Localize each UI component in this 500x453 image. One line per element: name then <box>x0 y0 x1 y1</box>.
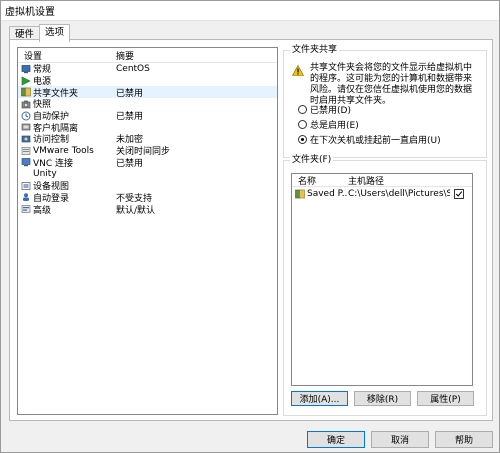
settings-list[interactable]: 设置 摘要 常规 CentOS 电源 共享文件夹 已禁用 快照 自动保护 已禁用 客户机隔离 访问… <box>17 47 278 415</box>
header-setting[interactable]: 设置 <box>18 49 116 62</box>
header-summary[interactable]: 摘要 <box>116 49 277 62</box>
settings-window: 虚拟机设置 硬件 选项 设置 摘要 常规 CentOS 电源 共享文件夹 已禁用 快照 自动… <box>0 0 500 453</box>
header-name[interactable]: 名称 <box>292 174 348 187</box>
settings-list-header: 设置 摘要 <box>18 48 277 63</box>
settings-item-device-view[interactable]: 设备视图 <box>18 180 277 192</box>
radio-until-poweroff[interactable]: 在下次关机或挂起前一直启用(U) <box>298 133 441 146</box>
folder-path: C:\Users\dell\Pictures\S... <box>348 188 450 199</box>
options-tab-page: 设置 摘要 常规 CentOS 电源 共享文件夹 已禁用 快照 自动保护 已禁用 客户机隔离 访问… <box>9 39 493 421</box>
settings-item-name: VNC 连接 <box>33 158 74 169</box>
shared-folder-icon <box>21 87 31 97</box>
checkmark-icon <box>455 190 463 197</box>
help-button[interactable]: 帮助 <box>435 431 493 448</box>
folder-sharing-title: 文件夹共享 <box>290 44 340 56</box>
title-bar: 虚拟机设置 <box>1 1 499 21</box>
settings-item-name-cell: Unity <box>18 169 116 179</box>
settings-item-summary: 默认/默认 <box>116 205 156 216</box>
tab-options[interactable]: 选项 <box>39 24 71 42</box>
settings-item-summary: 已禁用 <box>116 88 144 99</box>
folders-list-header: 名称 主机路径 <box>292 174 472 187</box>
radio-disabled[interactable]: 已禁用(D) <box>298 103 351 116</box>
settings-item-name-cell: 访问控制 <box>18 132 116 145</box>
radio-until-poweroff-label: 在下次关机或挂起前一直启用(U) <box>310 136 441 146</box>
settings-item-summary: CentOS <box>116 63 150 74</box>
vmware-tools-icon <box>21 146 31 156</box>
settings-item-name: VMware Tools <box>33 145 94 156</box>
add-folder-button[interactable]: 添加(A)... <box>291 391 348 406</box>
radio-disabled-circle[interactable] <box>298 105 307 114</box>
radio-disabled-label: 已禁用(D) <box>310 106 351 116</box>
warning-icon <box>292 65 304 76</box>
autoprotect-icon <box>21 111 31 121</box>
settings-item-isolation[interactable]: 客户机隔离 <box>18 121 277 134</box>
folder-properties-button[interactable]: 属性(P) <box>417 391 474 406</box>
window-title: 虚拟机设置 <box>5 7 55 18</box>
radio-always-enabled-circle[interactable] <box>298 120 307 129</box>
device-view-icon <box>21 181 31 191</box>
unity-icon <box>21 169 31 179</box>
settings-item-name: 访问控制 <box>33 135 70 146</box>
vnc-icon <box>21 157 31 167</box>
settings-item-unity[interactable]: Unity <box>18 168 277 180</box>
settings-item-vnc[interactable]: VNC 连接 已禁用 <box>18 157 277 169</box>
folders-group: 文件夹(F) 名称 主机路径 Saved P... C:\Users\dell\… <box>283 154 487 416</box>
settings-item-vmware-tools[interactable]: VMware Tools 关闭时间同步 <box>18 145 277 157</box>
settings-item-name-cell: VMware Tools <box>18 146 116 156</box>
settings-item-access-control[interactable]: 访问控制 未加密 <box>18 133 277 145</box>
access-control-icon <box>21 134 31 144</box>
folder-name: Saved P... <box>307 188 348 199</box>
settings-item-summary: 已禁用 <box>116 158 144 169</box>
tab-strip: 硬件 选项 <box>9 24 71 42</box>
ok-button[interactable]: 确定 <box>307 431 365 448</box>
radio-always-enabled-label: 总是启用(E) <box>310 121 359 131</box>
radio-until-poweroff-circle[interactable] <box>298 135 307 144</box>
general-icon <box>21 64 31 74</box>
settings-item-power[interactable]: 电源 <box>18 75 277 87</box>
remove-folder-button[interactable]: 移除(R) <box>354 391 411 406</box>
advanced-icon <box>21 204 31 214</box>
cancel-button[interactable]: 取消 <box>371 431 429 448</box>
autologin-icon <box>21 192 31 202</box>
settings-item-shared-folder[interactable]: 共享文件夹 已禁用 <box>18 86 277 99</box>
settings-item-advanced[interactable]: 高级 默认/默认 <box>18 203 277 216</box>
settings-item-snapshot[interactable]: 快照 <box>18 98 277 110</box>
settings-item-autologin[interactable]: 自动登录 不受支持 <box>18 192 277 204</box>
folders-list[interactable]: 名称 主机路径 Saved P... C:\Users\dell\Picture… <box>291 173 473 386</box>
radio-always-enabled[interactable]: 总是启用(E) <box>298 118 359 131</box>
settings-item-name-cell: 高级 <box>18 203 116 216</box>
folder-row[interactable]: Saved P... C:\Users\dell\Pictures\S... <box>292 187 472 200</box>
header-host-path[interactable]: 主机路径 <box>348 174 472 187</box>
folder-icon <box>295 189 305 199</box>
folder-name-cell: Saved P... <box>292 189 348 199</box>
settings-item-name: 高级 <box>33 205 52 216</box>
folders-title: 文件夹(F) <box>290 154 334 166</box>
folder-enabled-checkbox[interactable] <box>454 188 464 199</box>
settings-list-rows: 常规 CentOS 电源 共享文件夹 已禁用 快照 自动保护 已禁用 客户机隔离 访问控制 未加密 V… <box>18 63 277 216</box>
folder-sharing-group: 文件夹共享 共享文件夹会将您的文件显示给虚拟机中的程序。这可能为您的计算机和数据… <box>283 44 487 158</box>
settings-item-name-cell: VNC 连接 <box>18 156 116 169</box>
warning-text: 共享文件夹会将您的文件显示给虚拟机中的程序。这可能为您的计算机和数据带来风险。请… <box>310 63 473 106</box>
isolation-icon <box>21 122 31 132</box>
settings-item-general[interactable]: 常规 CentOS <box>18 63 277 75</box>
power-icon <box>21 76 31 86</box>
settings-item-autoprotect[interactable]: 自动保护 已禁用 <box>18 110 277 122</box>
settings-item-name: Unity <box>33 169 57 180</box>
snapshot-icon <box>21 99 31 109</box>
settings-item-summary: 已禁用 <box>116 112 144 123</box>
